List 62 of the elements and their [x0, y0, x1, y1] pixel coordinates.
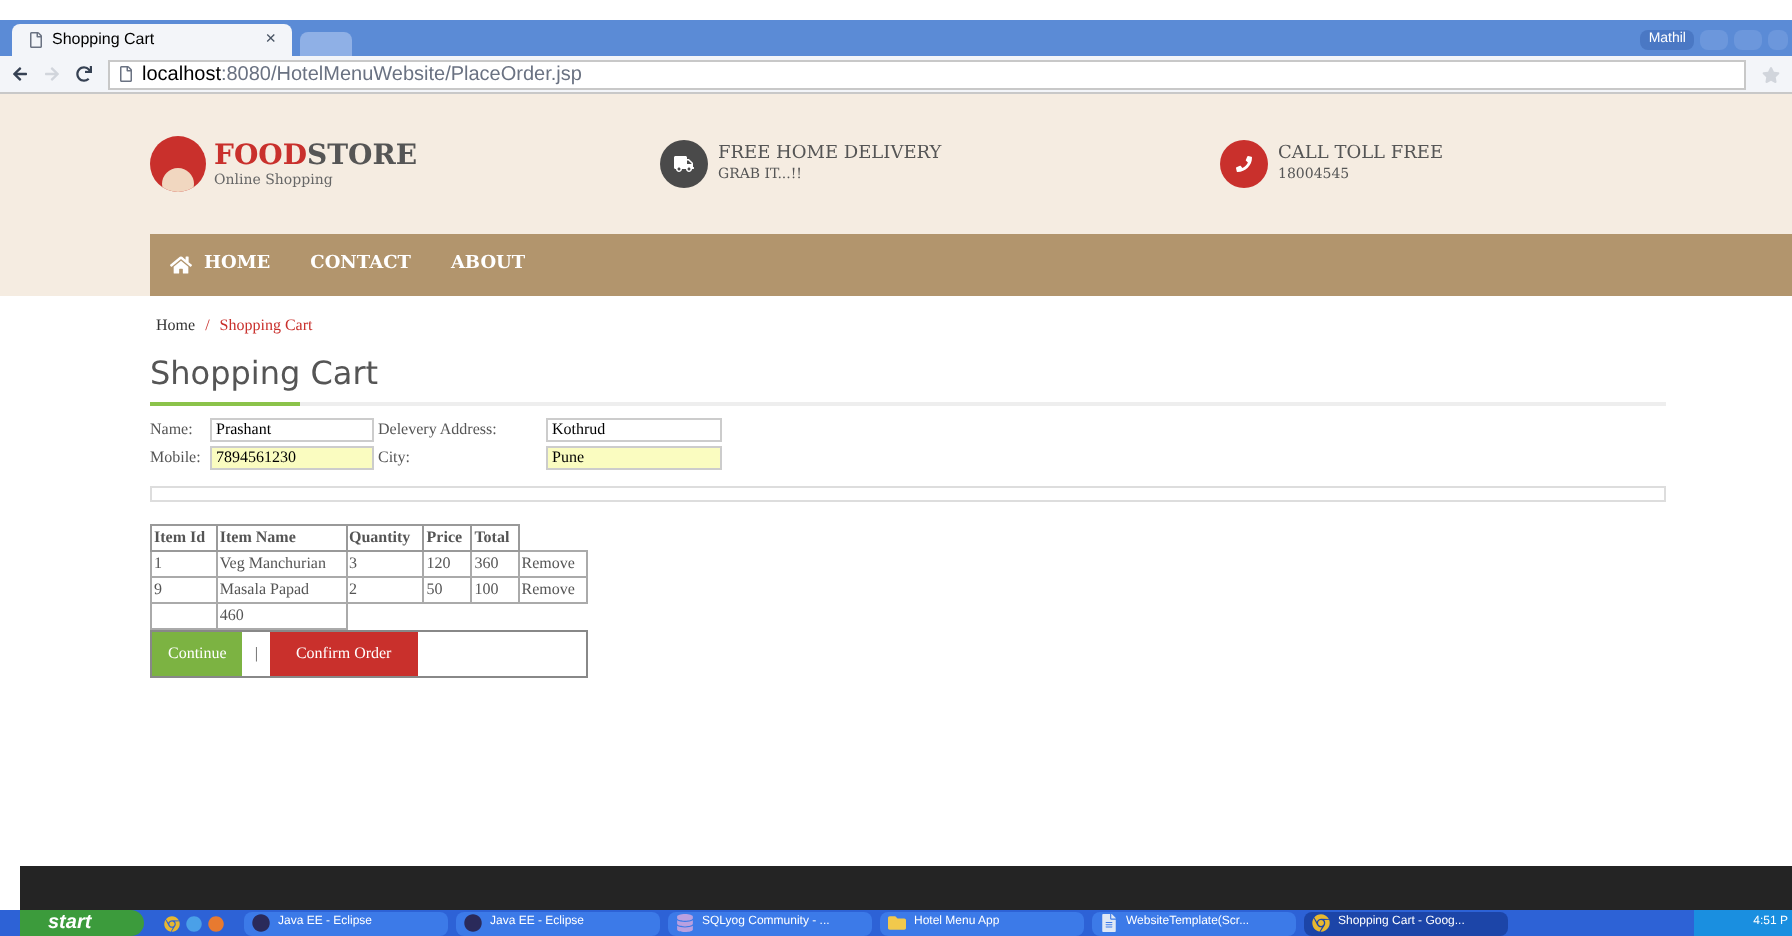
url-text: localhost:8080/HotelMenuWebsite/PlaceOrder.jsp	[142, 61, 582, 89]
home-icon	[170, 254, 192, 276]
tab-close[interactable]: ×	[265, 26, 276, 54]
table-cell: 9	[151, 577, 217, 603]
star-icon[interactable]	[1762, 65, 1780, 83]
feature-title: CALL TOLL FREE	[1278, 146, 1444, 164]
breadcrumb-link[interactable]: Shopping Cart	[219, 314, 313, 338]
table-cell: Veg Manchurian	[216, 551, 346, 577]
phone-icon	[1220, 140, 1268, 188]
new-tab-button[interactable]	[300, 32, 352, 56]
column-header: Total	[471, 525, 519, 551]
grand-total: 460	[216, 603, 346, 629]
chef-logo-icon	[150, 136, 206, 192]
reload-icon[interactable]	[76, 66, 92, 82]
nav-link[interactable]: HOME	[170, 251, 271, 279]
breadcrumb-link[interactable]: Home	[156, 314, 196, 338]
table-cell: 2	[346, 577, 424, 603]
tab-title: Shopping Cart	[52, 28, 155, 52]
chrome-style-icon	[1312, 914, 1330, 932]
field-label: City:	[376, 446, 413, 470]
brand-name: FOODSTORE	[214, 141, 418, 169]
input-field[interactable]: Pune	[546, 446, 722, 470]
breadcrumb-separator: /	[205, 314, 210, 338]
folder-icon	[888, 914, 906, 932]
remove-link[interactable]: Remove	[518, 551, 587, 577]
page-title: Shopping Cart	[150, 358, 381, 390]
feature-title: FREE HOME DELIVERY	[718, 146, 942, 164]
confirm-order-button[interactable]: Confirm Order	[269, 632, 418, 676]
browser-tab[interactable]: Shopping Cart ×	[12, 24, 292, 56]
nav-link[interactable]: ABOUT	[450, 251, 526, 279]
page-icon	[118, 66, 134, 82]
wide-field[interactable]	[150, 486, 1666, 502]
button-separator: |	[254, 642, 258, 666]
nav-link[interactable]: CONTACT	[310, 251, 411, 279]
column-header: Item Name	[216, 525, 346, 551]
field-label: Mobile:	[150, 446, 203, 470]
back-icon[interactable]	[12, 66, 28, 82]
input-field[interactable]: Kothrud	[546, 418, 722, 442]
column-header: Item Id	[151, 525, 217, 551]
table-cell: 1	[151, 551, 217, 577]
document-icon	[1100, 914, 1118, 932]
table-cell: 100	[471, 577, 519, 603]
circle-icon	[464, 914, 482, 932]
table-cell: 120	[423, 551, 472, 577]
truck-icon	[660, 140, 708, 188]
table-cell: Masala Papad	[216, 577, 346, 603]
address-bar[interactable]: localhost:8080/HotelMenuWebsite/PlaceOrder.jsp	[108, 59, 1746, 89]
start-button[interactable]: start	[20, 910, 144, 936]
circle-icon	[252, 914, 270, 932]
column-header: Quantity	[346, 525, 424, 551]
column-header: Price	[423, 525, 472, 551]
database-icon	[676, 914, 694, 932]
table-cell: 50	[423, 577, 472, 603]
forward-icon[interactable]	[44, 66, 60, 82]
field-label: Delevery Address:	[376, 418, 499, 442]
table-cell: 3	[346, 551, 424, 577]
field-label: Name:	[150, 418, 195, 442]
input-field[interactable]: Prashant	[210, 418, 374, 442]
input-field[interactable]: 7894561230	[210, 446, 374, 470]
table-cell: 360	[471, 551, 519, 577]
chrome-style-icon[interactable]	[164, 915, 180, 931]
remove-link[interactable]: Remove	[518, 577, 587, 603]
